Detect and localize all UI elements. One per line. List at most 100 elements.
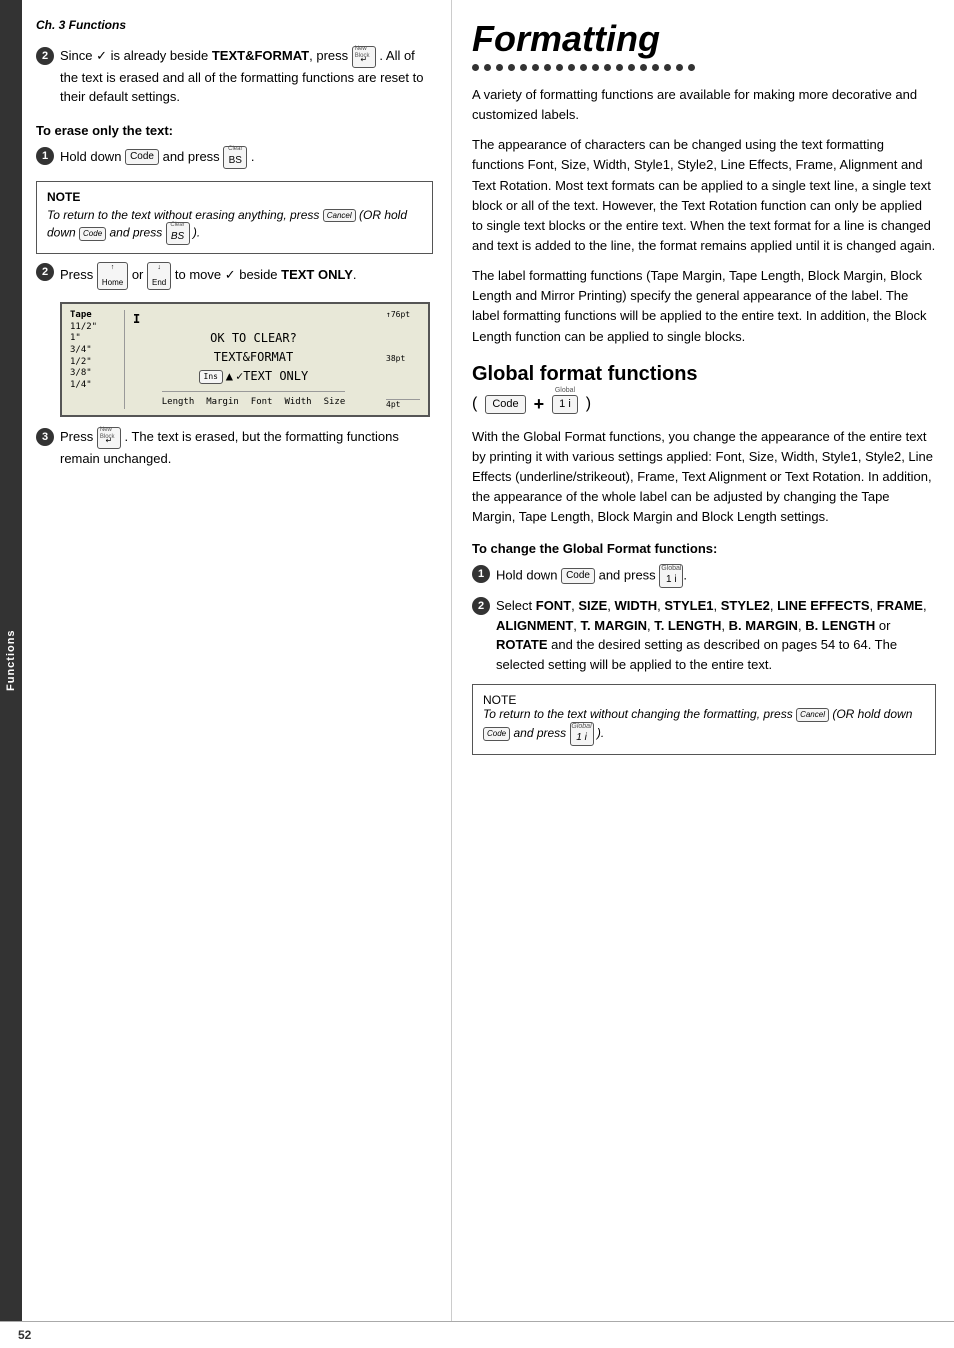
dot-8 <box>556 64 563 71</box>
global-format-heading: Global format functions <box>472 363 936 386</box>
sidebar-functions-tab: Functions <box>0 0 22 1321</box>
step2-bold: TEXT&FORMAT <box>212 48 309 63</box>
step-1-erase-block: 1 Hold down Code and press Clear BS . <box>36 146 433 169</box>
lcd-tape-label: Tape <box>70 310 120 322</box>
dot-11 <box>592 64 599 71</box>
code-key-note: Code <box>79 227 106 241</box>
lcd-text-only: ✓TEXT ONLY <box>236 367 308 386</box>
step2b-move: to move ✓ beside <box>175 267 281 282</box>
lcd-length: Length <box>162 395 195 409</box>
style2-bold: STYLE2 <box>721 598 770 613</box>
global-format-formula: ( Code + Global 1 i ) <box>472 394 936 415</box>
rotate-bold: ROTATE <box>496 637 548 652</box>
code-key-right-note: Code <box>483 727 510 741</box>
global-top-r1: Global <box>661 565 681 573</box>
right-step1-and: and press <box>599 568 656 583</box>
dot-14 <box>628 64 635 71</box>
right-para3: The label formatting functions (Tape Mar… <box>472 266 936 347</box>
code-key-right1: Code <box>561 568 595 584</box>
right-step-1: 1 Hold down Code and press Global 1 i . <box>472 564 936 588</box>
lcd-row-6: 1/4" <box>70 380 120 392</box>
note-text-1: To return to the text without erasing an… <box>47 208 422 246</box>
right-step-2-content: Select FONT, SIZE, WIDTH, STYLE1, STYLE2… <box>496 596 936 674</box>
dot-15 <box>640 64 647 71</box>
blength-bold: B. LENGTH <box>805 618 875 633</box>
size-bold: SIZE <box>578 598 607 613</box>
code-key-1: Code <box>125 149 159 165</box>
new-block-key: NewBlock ↵ <box>352 46 376 68</box>
lcd-row-1: 11/2" <box>70 322 120 334</box>
dot-7 <box>544 64 551 71</box>
step-2-content: Since ✓ is already beside TEXT&FORMAT, p… <box>60 46 433 107</box>
step-3-content: Press NewBlock ↵ . The text is erased, b… <box>60 427 433 468</box>
ins-key-lcd: Ins <box>199 370 223 384</box>
global-key-right-note: Global 1 i <box>570 722 594 746</box>
dot-1 <box>472 64 479 71</box>
right-step-2: 2 Select FONT, SIZE, WIDTH, STYLE1, STYL… <box>472 596 936 674</box>
global-key-formula: Global 1 i <box>552 395 578 414</box>
lcd-font: Font <box>251 395 273 409</box>
dot-5 <box>520 64 527 71</box>
new-block-key-3: NewBlock ↵ <box>97 427 121 449</box>
lcd-row-3: 3/4" <box>70 345 120 357</box>
lcd-line1: OK TO CLEAR? <box>210 329 297 348</box>
right-para4: With the Global Format functions, you ch… <box>472 427 936 528</box>
page-number: 52 <box>18 1328 31 1342</box>
step2-text2: is already beside <box>111 48 209 63</box>
dot-18 <box>676 64 683 71</box>
end-key: ↓ End <box>147 262 171 290</box>
lcd-right-panel: ↑76pt 38pt 4pt <box>382 310 420 409</box>
step-2b-block: 2 Press ↑ Home or ↓ End to move ✓ beside… <box>36 262 433 290</box>
dot-13 <box>616 64 623 71</box>
note-label-1: NOTE <box>47 190 422 204</box>
global-key-right1: Global 1 i <box>659 564 683 588</box>
code-key-global: Code <box>485 395 525 414</box>
global-top-note: Global <box>571 723 591 731</box>
cancel-key-right: Cancel <box>796 708 829 722</box>
tmargin-bold: T. MARGIN <box>581 618 647 633</box>
lcd-width: Width <box>284 395 311 409</box>
lcd-line3: Ins ▲ ✓TEXT ONLY <box>199 367 308 386</box>
step2b-textonly-bold: TEXT ONLY <box>281 267 353 282</box>
width-bold: WIDTH <box>615 598 658 613</box>
erase-only-heading: To erase only the text: <box>36 123 433 138</box>
bs-key-note: Clear BS <box>166 222 190 245</box>
dot-19 <box>688 64 695 71</box>
step1-hold: Hold down <box>60 149 121 164</box>
formatting-title: Formatting <box>472 18 936 60</box>
step2b-or: or <box>132 267 147 282</box>
bs-key-1: Clear BS <box>223 146 247 169</box>
step2-and-text: and the desired setting as described on … <box>496 637 897 672</box>
dot-16 <box>652 64 659 71</box>
step-number-1-erase: 1 <box>36 147 54 165</box>
lcd-left-panel: Tape 11/2" 1" 3/4" 1/2" 3/8" 1/4" <box>70 310 125 409</box>
lcd-size-2: 38pt <box>386 354 420 363</box>
step-2-block: 2 Since ✓ is already beside TEXT&FORMAT,… <box>36 46 433 107</box>
right-step-number-2: 2 <box>472 597 490 615</box>
clear-label-1: Clear <box>228 146 242 153</box>
lcd-size-1: ↑76pt <box>386 310 420 319</box>
plus-sign: + <box>534 394 545 415</box>
dot-2 <box>484 64 491 71</box>
dot-3 <box>496 64 503 71</box>
lcd-bottom-bar: Length Margin Font Width Size <box>162 391 346 409</box>
font-bold: FONT <box>536 598 571 613</box>
alignment-bold: ALIGN­MENT <box>496 618 573 633</box>
step-1-erase-content: Hold down Code and press Clear BS . <box>60 146 433 169</box>
left-column: Ch. 3 Functions 2 Since ✓ is already bes… <box>22 0 452 1321</box>
right-para1: A variety of formatting functions are av… <box>472 85 936 125</box>
note-label-right: NOTE <box>483 693 925 707</box>
step-number-2b: 2 <box>36 263 54 281</box>
step3-press: Press <box>60 429 93 444</box>
bmargin-bold: B. MAR­GIN <box>729 618 798 633</box>
right-para2: The appearance of characters can be chan… <box>472 135 936 256</box>
lcd-row-2: 1" <box>70 333 120 345</box>
step2b-press: Press <box>60 267 93 282</box>
lcd-row-4: 1/2" <box>70 357 120 369</box>
lcd-size-3: 4pt <box>386 399 420 409</box>
dot-9 <box>568 64 575 71</box>
step1-and: and press <box>163 149 220 164</box>
global-inner-r1: 1 i <box>666 574 677 586</box>
page-footer: 52 <box>0 1321 954 1348</box>
lcd-screen: Tape 11/2" 1" 3/4" 1/2" 3/8" 1/4" I OK T… <box>60 302 430 417</box>
